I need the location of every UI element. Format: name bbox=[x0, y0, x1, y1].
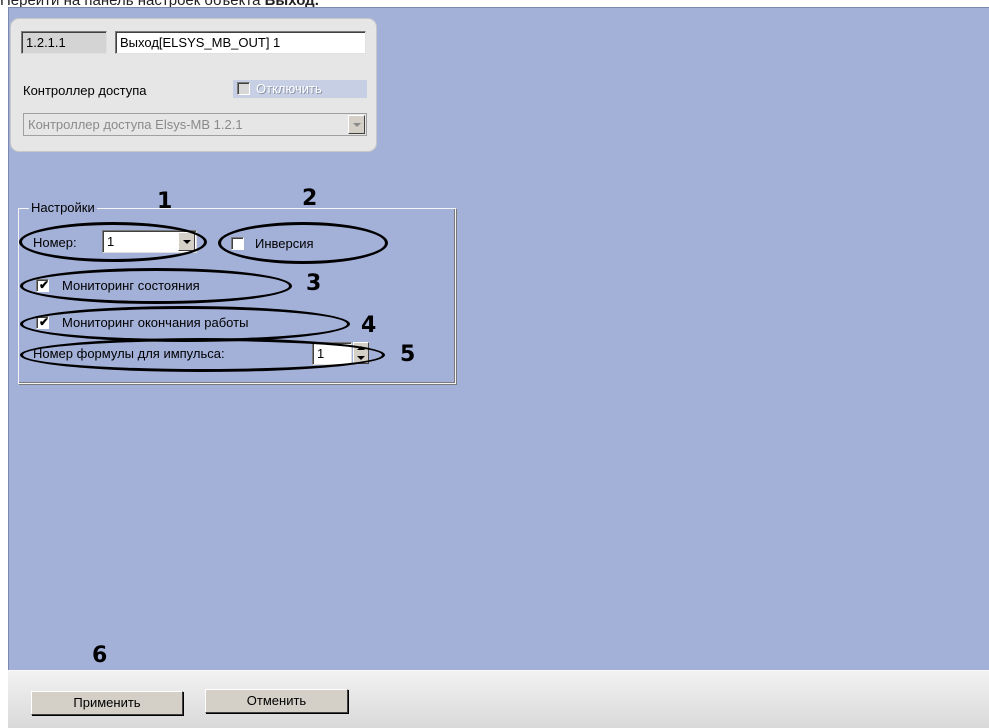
disable-checkbox-row: Отключить bbox=[233, 80, 367, 98]
callout-ellipse-4 bbox=[20, 306, 350, 342]
disable-checkbox bbox=[237, 82, 250, 95]
parent-select-value: Контроллер доступа Elsys-MB 1.2.1 bbox=[28, 117, 243, 132]
callout-number-2: 2 bbox=[302, 186, 318, 211]
disable-label: Отключить bbox=[256, 81, 322, 96]
callout-number-3: 3 bbox=[306, 271, 322, 296]
callout-ellipse-5 bbox=[20, 338, 385, 372]
chevron-down-icon bbox=[348, 115, 365, 134]
parent-label: Контроллер доступа bbox=[23, 83, 147, 98]
callout-ellipse-1 bbox=[19, 222, 207, 262]
callout-number-5: 5 bbox=[400, 342, 416, 367]
object-name-field[interactable]: Выход[ELSYS_MB_OUT] 1 bbox=[115, 31, 366, 54]
cancel-button[interactable]: Отменить bbox=[205, 689, 348, 713]
object-id-field: 1.2.1.1 bbox=[21, 31, 107, 54]
callout-number-1: 1 bbox=[157, 189, 173, 214]
callout-number-6: 6 bbox=[92, 643, 108, 668]
apply-button[interactable]: Применить bbox=[31, 691, 183, 715]
parent-select: Контроллер доступа Elsys-MB 1.2.1 bbox=[23, 113, 367, 136]
callout-number-4: 4 bbox=[361, 313, 377, 338]
callout-ellipse-2 bbox=[218, 222, 388, 264]
settings-group-title: Настройки bbox=[29, 200, 97, 215]
callout-ellipse-3 bbox=[20, 268, 292, 304]
